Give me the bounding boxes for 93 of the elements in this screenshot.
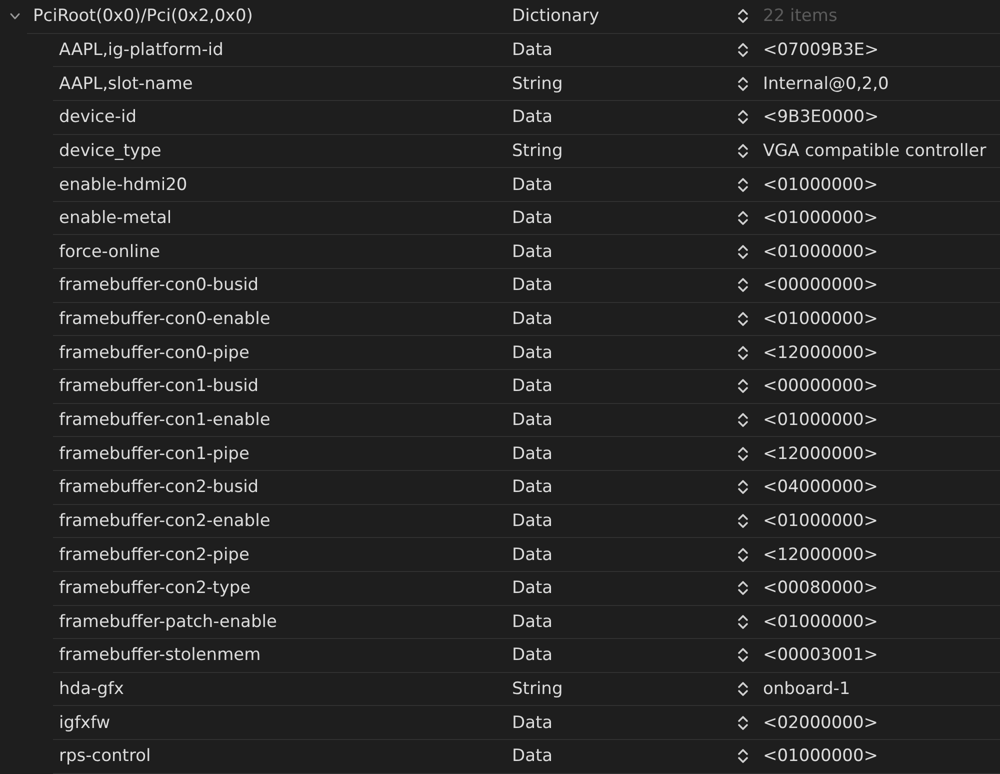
value-cell: <00080000>	[763, 578, 878, 598]
value-cell: Internal@0,2,0	[763, 74, 889, 94]
up-down-chevron-icon[interactable]	[737, 647, 749, 664]
value-cell: <01000000>	[763, 174, 878, 195]
key-cell: framebuffer-con2-type	[59, 578, 251, 598]
value-cell: <12000000>	[763, 444, 878, 464]
up-down-chevron-icon[interactable]	[737, 311, 749, 328]
value-cell: <01000000>	[763, 410, 878, 430]
key-cell: enable-hdmi20	[59, 174, 188, 195]
value-cell: <01000000>	[763, 309, 878, 330]
up-down-chevron-icon[interactable]	[737, 210, 749, 226]
type-cell: Data	[512, 712, 553, 733]
value-cell: <02000000>	[763, 712, 878, 733]
up-down-chevron-icon[interactable]	[737, 512, 749, 529]
type-cell: Data	[512, 578, 553, 598]
key-cell: framebuffer-con2-pipe	[59, 544, 250, 565]
value-cell: <04000000>	[763, 477, 878, 498]
up-down-chevron-icon[interactable]	[737, 42, 749, 58]
disclosure-chevron-icon[interactable]	[10, 13, 20, 20]
type-cell: Data	[512, 342, 553, 363]
type-cell: Data	[512, 746, 553, 766]
key-cell: enable-metal	[59, 208, 172, 228]
type-cell: Data	[512, 544, 553, 565]
up-down-chevron-icon[interactable]	[737, 8, 749, 24]
key-cell: igfxfw	[59, 712, 110, 733]
value-cell: <12000000>	[763, 544, 878, 565]
key-cell: framebuffer-con0-pipe	[59, 342, 250, 363]
value-cell: <01000000>	[763, 510, 878, 531]
value-cell: VGA compatible controller	[763, 140, 986, 161]
key-cell: AAPL,slot-name	[59, 74, 193, 94]
type-cell: Data	[512, 510, 553, 531]
key-cell: AAPL,ig-platform-id	[59, 40, 224, 60]
up-down-chevron-icon[interactable]	[737, 76, 749, 92]
type-cell: String	[512, 74, 563, 94]
type-cell: String	[512, 679, 563, 700]
up-down-chevron-icon[interactable]	[737, 412, 749, 428]
type-cell: Data	[512, 174, 553, 195]
key-cell: PciRoot(0x0)/Pci(0x2,0x0)	[33, 6, 253, 26]
key-cell: device-id	[59, 107, 136, 128]
type-cell: Data	[512, 645, 553, 666]
value-cell: <00000000>	[763, 376, 878, 396]
key-cell: framebuffer-con2-enable	[59, 510, 270, 531]
up-down-chevron-icon[interactable]	[737, 681, 749, 698]
type-cell: Data	[512, 275, 553, 296]
up-down-chevron-icon[interactable]	[737, 580, 749, 596]
type-cell: Data	[512, 376, 553, 396]
value-cell: onboard-1	[763, 679, 850, 700]
key-cell: hda-gfx	[59, 679, 124, 700]
type-cell: Data	[512, 612, 553, 632]
up-down-chevron-icon[interactable]	[737, 244, 749, 260]
key-cell: framebuffer-con1-pipe	[59, 444, 250, 464]
up-down-chevron-icon[interactable]	[737, 277, 749, 294]
key-cell: framebuffer-con1-enable	[59, 410, 270, 430]
value-cell: <07009B3E>	[763, 40, 879, 60]
value-cell: <00003001>	[763, 645, 878, 666]
value-cell: <01000000>	[763, 208, 878, 228]
type-cell: Dictionary	[512, 6, 600, 26]
value-cell: <9B3E0000>	[763, 107, 879, 128]
value-cell: <01000000>	[763, 242, 878, 262]
value-cell: <01000000>	[763, 612, 878, 632]
key-cell: framebuffer-stolenmem	[59, 645, 261, 666]
key-cell: force-online	[59, 242, 160, 262]
up-down-chevron-icon[interactable]	[737, 748, 749, 764]
type-cell: Data	[512, 107, 553, 128]
type-cell: Data	[512, 444, 553, 464]
up-down-chevron-icon[interactable]	[737, 714, 749, 731]
up-down-chevron-icon[interactable]	[737, 109, 749, 126]
up-down-chevron-icon[interactable]	[737, 142, 749, 159]
key-cell: framebuffer-con2-busid	[59, 477, 259, 498]
type-cell: String	[512, 140, 563, 161]
key-cell: framebuffer-con0-enable	[59, 309, 270, 330]
value-cell: <00000000>	[763, 275, 878, 296]
type-cell: Data	[512, 410, 553, 430]
type-cell: Data	[512, 40, 553, 60]
up-down-chevron-icon[interactable]	[737, 344, 749, 361]
type-cell: Data	[512, 208, 553, 228]
value-cell: <12000000>	[763, 342, 878, 363]
key-cell: device_type	[59, 140, 162, 161]
type-cell: Data	[512, 242, 553, 262]
key-cell: rps-control	[59, 746, 151, 766]
value-cell: <01000000>	[763, 746, 878, 766]
up-down-chevron-icon[interactable]	[737, 176, 749, 193]
up-down-chevron-icon[interactable]	[737, 446, 749, 462]
type-cell: Data	[512, 477, 553, 498]
up-down-chevron-icon[interactable]	[737, 378, 749, 394]
value-cell: 22 items	[763, 6, 838, 26]
up-down-chevron-icon[interactable]	[737, 614, 749, 630]
up-down-chevron-icon[interactable]	[737, 546, 749, 563]
key-cell: framebuffer-con0-busid	[59, 275, 259, 296]
type-cell: Data	[512, 309, 553, 330]
key-cell: framebuffer-patch-enable	[59, 612, 277, 632]
up-down-chevron-icon[interactable]	[737, 479, 749, 496]
key-cell: framebuffer-con1-busid	[59, 376, 259, 396]
